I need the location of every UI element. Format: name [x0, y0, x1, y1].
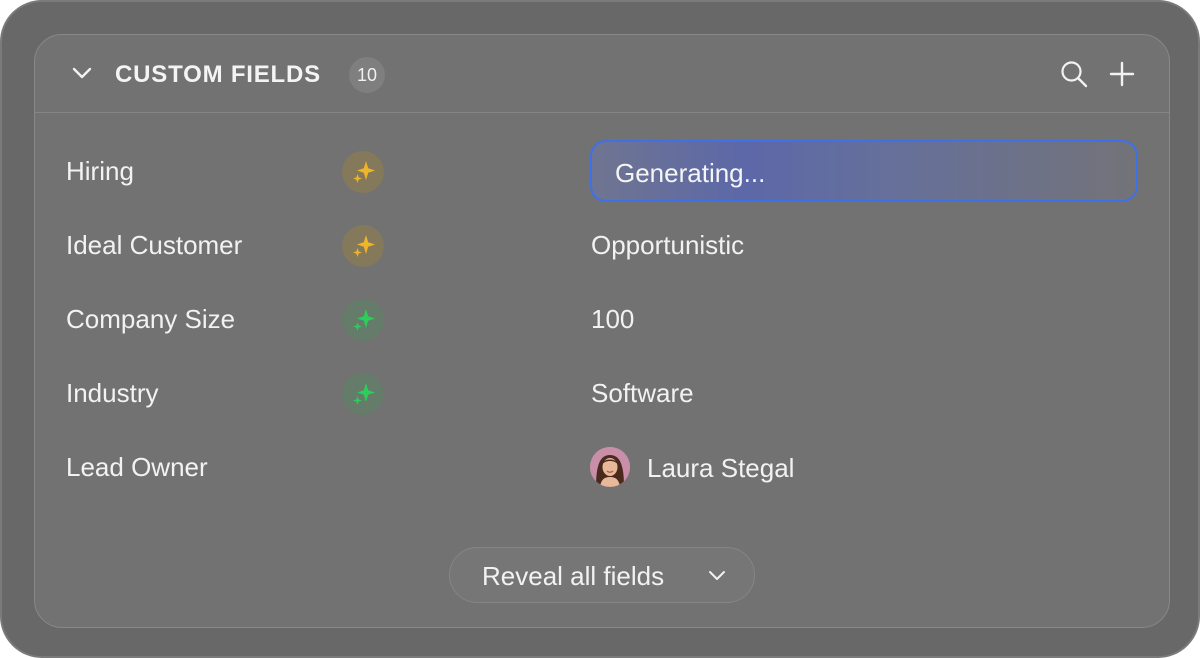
field-label-industry: Industry: [66, 378, 159, 408]
app-window: CUSTOM FIELDS 10 Hiring Generating... Id…: [0, 0, 1200, 658]
field-value-industry[interactable]: Software: [591, 378, 694, 409]
panel-header: CUSTOM FIELDS 10: [35, 35, 1169, 113]
reveal-all-fields-label: Reveal all fields: [482, 561, 665, 591]
custom-fields-panel: CUSTOM FIELDS 10 Hiring Generating... Id…: [34, 34, 1170, 628]
field-label-lead-owner: Lead Owner: [66, 452, 208, 482]
generating-text: Generating...: [615, 158, 766, 188]
field-label-company-size: Company Size: [66, 304, 236, 334]
search-icon[interactable]: [1059, 59, 1089, 89]
field-value-ideal-customer[interactable]: Opportunistic: [591, 230, 744, 261]
panel-title: CUSTOM FIELDS: [115, 61, 321, 88]
hiring-value-field[interactable]: Generating...: [590, 140, 1138, 202]
field-label-hiring: Hiring: [66, 156, 134, 186]
chevron-down-icon: [709, 571, 725, 580]
sparkle-icon: [342, 225, 384, 267]
sparkle-icon: [342, 151, 384, 193]
lead-owner-name[interactable]: Laura Stegal: [647, 453, 794, 484]
field-label-ideal-customer: Ideal Customer: [66, 230, 243, 260]
avatar[interactable]: [590, 447, 630, 487]
plus-icon[interactable]: [1107, 59, 1137, 89]
field-value-company-size[interactable]: 100: [591, 304, 634, 335]
field-count-badge: 10: [349, 57, 385, 93]
reveal-all-fields-button[interactable]: Reveal all fields: [449, 547, 755, 603]
sparkle-icon: [342, 373, 384, 415]
sparkle-icon: [342, 299, 384, 341]
chevron-down-icon[interactable]: [71, 65, 93, 81]
